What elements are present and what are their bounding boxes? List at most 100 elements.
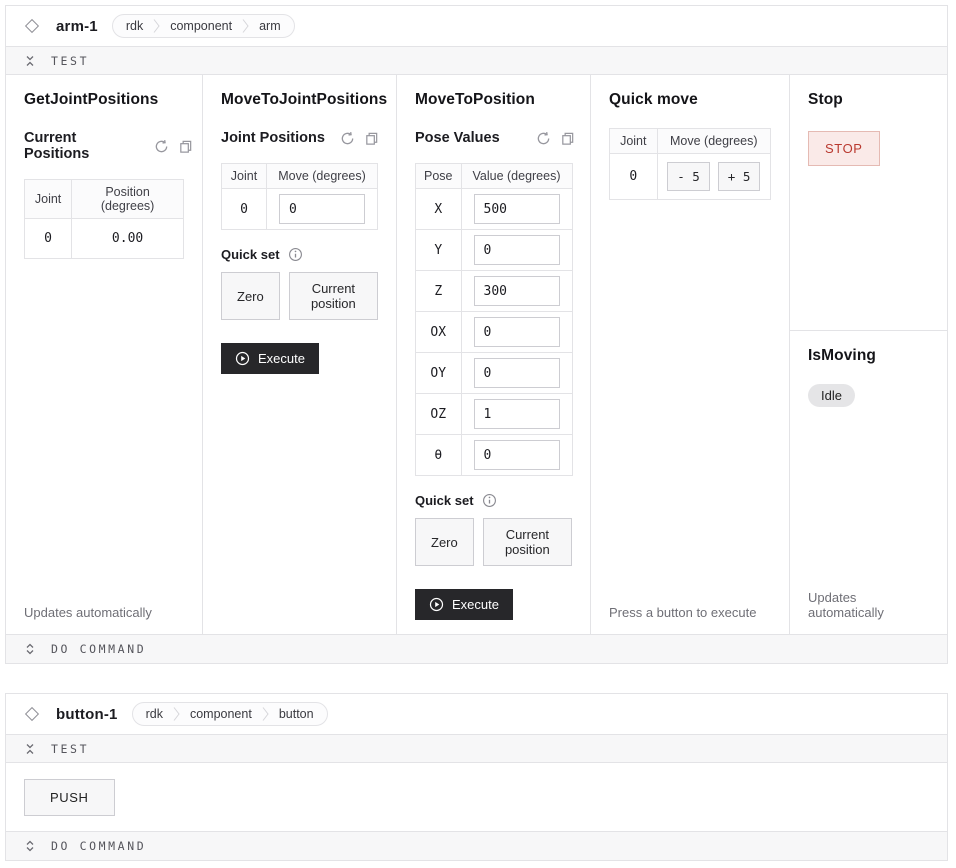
column-header: Move (degrees) (267, 164, 378, 189)
table-row: Z (416, 271, 573, 312)
test-section-label: TEST (51, 54, 89, 68)
quick-set-label: Quick set (221, 247, 280, 262)
move-minus-5-button[interactable]: - 5 (667, 162, 710, 191)
quick-move-panel: Quick move Joint Move (degrees) 0 - 5 + … (591, 75, 790, 634)
stop-button[interactable]: STOP (808, 131, 880, 166)
stop-panel: Stop STOP (790, 75, 947, 331)
button-component-card: button-1 rdk component button TEST PUSH … (5, 693, 948, 861)
pose-theta-input[interactable] (474, 440, 560, 470)
column-header: Position (degrees) (72, 180, 184, 219)
joint-position-value: 0.00 (72, 219, 184, 259)
test-section-header[interactable]: TEST (6, 46, 947, 75)
breadcrumb-segment: rdk (146, 707, 163, 721)
pose-label: θ (416, 435, 462, 476)
column-header: Joint (222, 164, 267, 189)
pose-ox-input[interactable] (474, 317, 560, 347)
chevron-right-icon (262, 706, 269, 722)
pose-label: OZ (416, 394, 462, 435)
column-header: Joint (610, 129, 658, 154)
is-moving-panel: IsMoving Idle Updates automatically (790, 331, 947, 634)
button-card-header: button-1 rdk component button (6, 694, 947, 734)
table-row: OZ (416, 394, 573, 435)
copy-icon[interactable] (560, 131, 575, 146)
execute-button[interactable]: Execute (221, 343, 319, 374)
panel-status-text: Press a button to execute (609, 593, 756, 620)
collapse-icon (23, 54, 37, 68)
chevron-right-icon (173, 706, 180, 722)
do-command-section-header[interactable]: DO COMMAND (6, 831, 947, 860)
breadcrumb-segment: component (190, 707, 252, 721)
joint-positions-table: Joint Move (degrees) 0 (221, 163, 378, 230)
table-row: 0 - 5 + 5 (610, 154, 771, 200)
refresh-icon[interactable] (536, 131, 551, 146)
expand-icon (23, 642, 37, 656)
do-command-section-header[interactable]: DO COMMAND (6, 634, 947, 663)
chevron-right-icon (153, 18, 160, 34)
quick-move-table: Joint Move (degrees) 0 - 5 + 5 (609, 128, 771, 200)
button-test-panel: PUSH (6, 763, 947, 831)
copy-icon[interactable] (364, 131, 379, 146)
pose-oy-input[interactable] (474, 358, 560, 388)
column-header: Pose (416, 164, 462, 189)
table-row: Y (416, 230, 573, 271)
current-position-button[interactable]: Current position (289, 272, 378, 320)
execute-button[interactable]: Execute (415, 589, 513, 620)
joint-0-move-input[interactable] (279, 194, 365, 224)
arm-test-panels: GetJointPositions Current Positions Join… (6, 75, 947, 634)
breadcrumb-segment: button (279, 707, 314, 721)
joint-index: 0 (222, 189, 267, 230)
panel-title: MoveToJointPositions (221, 91, 387, 109)
do-command-section-label: DO COMMAND (51, 642, 146, 656)
table-row: X (416, 189, 573, 230)
table-row: OY (416, 353, 573, 394)
pose-z-input[interactable] (474, 276, 560, 306)
move-to-position-panel: MoveToPosition Pose Values Pose Value (d… (397, 75, 591, 634)
joint-index: 0 (610, 154, 658, 200)
zero-button[interactable]: Zero (221, 272, 280, 320)
joint-positions-header: Joint Positions (221, 130, 379, 146)
arm-card-header: arm-1 rdk component arm (6, 6, 947, 46)
pose-label: X (416, 189, 462, 230)
breadcrumb: rdk component arm (112, 14, 295, 38)
current-position-button[interactable]: Current position (483, 518, 572, 566)
chevron-right-icon (242, 18, 249, 34)
refresh-icon[interactable] (154, 139, 169, 154)
info-icon[interactable] (482, 493, 497, 508)
move-plus-5-button[interactable]: + 5 (718, 162, 761, 191)
panel-title: IsMoving (808, 347, 876, 365)
table-row: θ (416, 435, 573, 476)
control-page: arm-1 rdk component arm TEST GetJointPos… (5, 5, 948, 861)
panel-status-text: Updates automatically (24, 593, 152, 620)
subpanel-title: Current Positions (24, 130, 140, 162)
panel-title: MoveToPosition (415, 91, 535, 109)
subpanel-title: Joint Positions (221, 130, 325, 146)
table-row: 0 (222, 189, 378, 230)
get-joint-positions-panel: GetJointPositions Current Positions Join… (6, 75, 203, 634)
table-row: OX (416, 312, 573, 353)
quick-set-row: Quick set (221, 247, 303, 262)
test-section-label: TEST (51, 742, 89, 756)
arm-component-card: arm-1 rdk component arm TEST GetJointPos… (5, 5, 948, 664)
info-icon[interactable] (288, 247, 303, 262)
breadcrumb-segment: rdk (126, 19, 143, 33)
column-header: Value (degrees) (461, 164, 572, 189)
pose-oz-input[interactable] (474, 399, 560, 429)
play-circle-icon (235, 351, 250, 366)
zero-button[interactable]: Zero (415, 518, 474, 566)
copy-icon[interactable] (178, 139, 193, 154)
push-button[interactable]: PUSH (24, 779, 115, 816)
refresh-icon[interactable] (340, 131, 355, 146)
component-diamond-icon (25, 707, 39, 721)
pose-label: Z (416, 271, 462, 312)
do-command-section-label: DO COMMAND (51, 839, 146, 853)
test-section-header[interactable]: TEST (6, 734, 947, 763)
table-row: 0 0.00 (25, 219, 184, 259)
pose-x-input[interactable] (474, 194, 560, 224)
pose-label: OY (416, 353, 462, 394)
play-circle-icon (429, 597, 444, 612)
current-positions-table: Joint Position (degrees) 0 0.00 (24, 179, 184, 259)
joint-index: 0 (25, 219, 72, 259)
breadcrumb-segment: component (170, 19, 232, 33)
panel-status-text: Updates automatically (808, 578, 929, 620)
pose-y-input[interactable] (474, 235, 560, 265)
